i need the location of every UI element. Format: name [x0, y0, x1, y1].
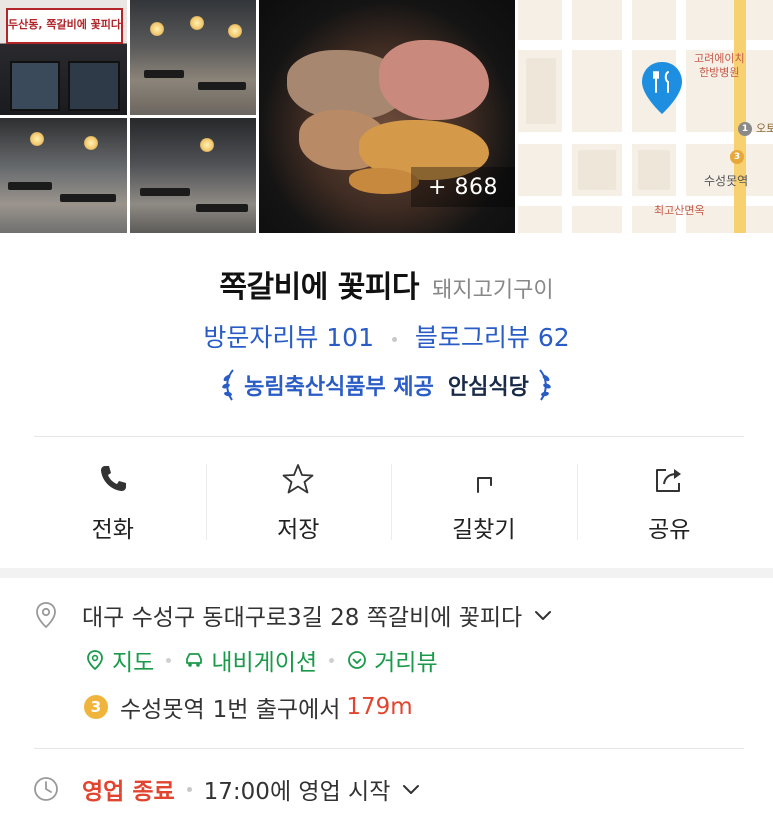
- storefront-sign-text: 두산동, 쪽갈비에 꽃피다: [8, 18, 122, 31]
- badge-name: 안심식당: [447, 375, 529, 400]
- place-name: 쪽갈비에 꽃피다: [219, 270, 420, 305]
- separator-dot: [329, 657, 335, 663]
- table-shape: [196, 204, 248, 212]
- map-label-restaurant: 최고산면옥: [654, 204, 705, 217]
- table-shape: [144, 70, 184, 78]
- subway-row: 3 수성못역 1번 출구에서 179m: [84, 690, 413, 724]
- address-text: 대구 수성구 동대구로3길 28 쪽갈비에 꽃피다: [82, 605, 523, 631]
- visitor-review-link[interactable]: 방문자리뷰 101: [203, 323, 374, 352]
- map-road: [622, 0, 632, 233]
- map-label-station: 수성못역: [704, 174, 749, 188]
- hours-next-open: 17:00에 영업 시작: [203, 779, 391, 805]
- map-road: [676, 0, 686, 233]
- separator-dot: [166, 657, 172, 663]
- table-shape: [60, 194, 116, 202]
- divider: [34, 436, 744, 437]
- map-link[interactable]: 지도: [84, 643, 154, 677]
- map-pin-icon: [87, 650, 103, 671]
- section-band: [0, 568, 773, 578]
- more-photos-count[interactable]: + 868: [411, 167, 515, 207]
- meat-shape: [379, 40, 489, 120]
- hours-status: 영업 종료: [82, 779, 175, 805]
- directions-button[interactable]: 길찾기: [391, 438, 577, 568]
- map-station-marker: 1: [738, 122, 752, 136]
- directions-icon: [476, 477, 492, 493]
- lamp-icon: [190, 16, 204, 30]
- interior-photo-2[interactable]: [0, 118, 127, 233]
- map-road: [562, 0, 572, 233]
- safe-restaurant-badge[interactable]: 농림축산식품부 제공 안심식당: [0, 368, 773, 402]
- navigation-link-label: 내비게이션: [211, 650, 318, 676]
- map-block: [578, 150, 616, 190]
- street-view-icon: [348, 651, 367, 669]
- directions-label: 길찾기: [452, 517, 516, 543]
- lamp-icon: [30, 132, 44, 146]
- street-view-link-label: 거리뷰: [374, 650, 438, 676]
- hours-row[interactable]: 영업 종료 17:00에 영업 시작: [32, 772, 422, 806]
- map-station-marker: 3: [730, 150, 744, 164]
- badge-provider: 농림축산식품부 제공: [244, 375, 434, 400]
- clock-icon: [34, 777, 58, 801]
- table-shape: [140, 188, 190, 196]
- map-main-road: [734, 0, 746, 233]
- lamp-icon: [228, 24, 242, 38]
- interior-photo-1[interactable]: [130, 0, 256, 115]
- location-links: 지도 내비게이션 거리뷰: [84, 643, 438, 677]
- storefront-photo[interactable]: 두산동, 쪽갈비에 꽃피다: [0, 0, 127, 115]
- storefront-door: [10, 61, 60, 111]
- star-icon: [282, 464, 314, 494]
- street-view-link[interactable]: 거리뷰: [346, 643, 438, 677]
- share-button[interactable]: 공유: [576, 438, 763, 568]
- save-button[interactable]: 저장: [205, 438, 392, 568]
- share-icon: [656, 469, 682, 492]
- laurel-left-icon: [222, 369, 234, 401]
- laurel-right-icon: [539, 369, 551, 401]
- table-shape: [8, 182, 52, 190]
- map-link-label: 지도: [112, 650, 155, 676]
- car-icon: [186, 653, 203, 667]
- meat-shape: [349, 168, 419, 194]
- subway-station: 수성못역: [120, 697, 205, 723]
- photo-grid[interactable]: 두산동, 쪽갈비에 꽃피다: [0, 0, 256, 233]
- phone-icon: [100, 466, 126, 491]
- map-label-road: 오토: [756, 122, 773, 135]
- blog-review-link[interactable]: 블로그리뷰 62: [415, 323, 570, 352]
- storefront-window: [68, 61, 120, 111]
- interior-photo-3[interactable]: [130, 118, 256, 233]
- chevron-down-icon[interactable]: [532, 604, 554, 626]
- save-label: 저장: [277, 517, 320, 543]
- title-row: 쪽갈비에 꽃피다 돼지고기구이: [0, 262, 773, 306]
- location-pin-icon: [642, 62, 682, 114]
- chevron-down-icon[interactable]: [400, 778, 422, 800]
- food-photo[interactable]: + 868: [259, 0, 515, 233]
- map-thumbnail[interactable]: 고려에이치 한방병원 1 오토 3 수성못역 최고산면옥: [518, 0, 773, 233]
- call-button[interactable]: 전화: [20, 438, 206, 568]
- subway-line-badge: 3: [84, 695, 108, 719]
- action-bar: 전화 저장 길찾기 공유: [20, 438, 762, 568]
- map-block: [526, 58, 556, 124]
- subway-distance: 179m: [346, 694, 413, 720]
- map-block: [638, 150, 670, 190]
- location-icon: [36, 602, 56, 629]
- lamp-icon: [200, 138, 214, 152]
- lamp-icon: [150, 22, 164, 36]
- map-label-hospital: 고려에이치 한방병원: [694, 52, 745, 79]
- divider: [34, 748, 744, 749]
- place-category: 돼지고기구이: [432, 278, 554, 303]
- address-row[interactable]: 대구 수성구 동대구로3길 28 쪽갈비에 꽃피다: [32, 598, 554, 632]
- share-label: 공유: [648, 517, 691, 543]
- table-shape: [198, 82, 246, 90]
- separator-dot: [186, 786, 192, 792]
- navigation-link[interactable]: 내비게이션: [183, 643, 317, 677]
- photo-strip[interactable]: 두산동, 쪽갈비에 꽃피다 + 868 고려에이치 한방병원 1 오토 3 수성…: [0, 0, 773, 233]
- separator-dot: [391, 336, 397, 342]
- review-row: 방문자리뷰 101 블로그리뷰 62: [0, 318, 773, 354]
- lamp-icon: [84, 136, 98, 150]
- call-label: 전화: [91, 517, 134, 543]
- subway-exit-text: 1번 출구에서: [212, 697, 341, 723]
